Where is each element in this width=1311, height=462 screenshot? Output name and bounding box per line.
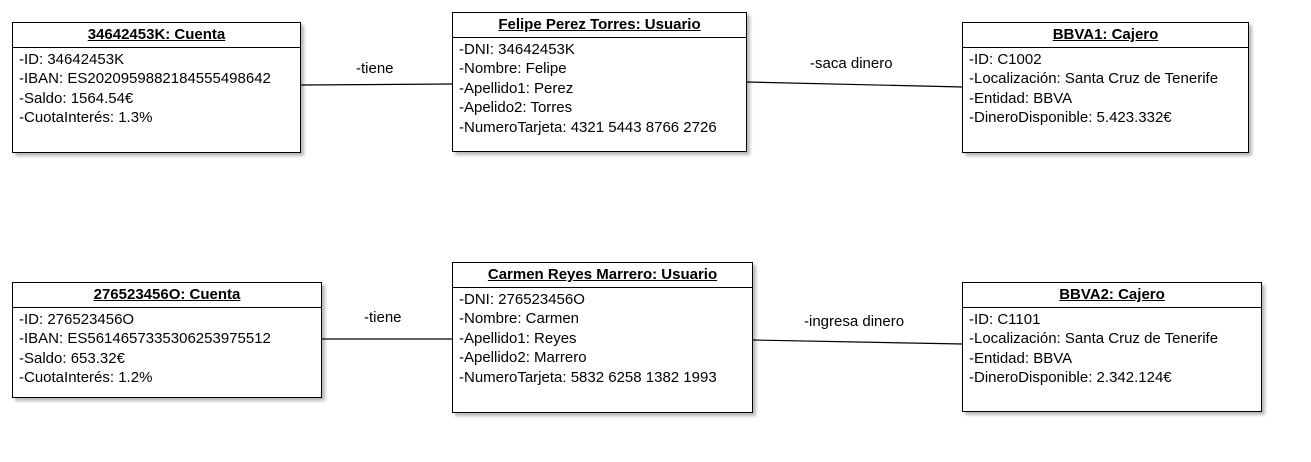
object-title: Carmen Reyes Marrero: Usuario <box>453 263 752 288</box>
link-label-ingresa-dinero: -ingresa dinero <box>804 313 905 330</box>
attribute-entidad: -Entidad: BBVA <box>969 349 1073 367</box>
attribute-saldo: -Saldo: 653.32€ <box>19 349 125 367</box>
object-cuenta-1[interactable]: 34642453K: Cuenta -ID: 34642453K -IBAN: … <box>12 22 301 153</box>
attribute-list: -DNI: 276523456O -Nombre: Carmen -Apelli… <box>453 288 752 387</box>
attribute-cuota-interes: -CuotaInterés: 1.3% <box>19 109 153 127</box>
object-usuario-1[interactable]: Felipe Perez Torres: Usuario -DNI: 34642… <box>452 12 747 152</box>
attribute-iban: -IBAN: ES5614657335306253975512 <box>19 330 271 348</box>
object-title: Felipe Perez Torres: Usuario <box>453 13 746 38</box>
attribute-id: -ID: C1002 <box>969 51 1042 68</box>
link-label-tiene-1: -tiene <box>356 60 394 77</box>
attribute-numero-tarjeta: -NumeroTarjeta: 5832 6258 1382 1993 <box>459 368 717 386</box>
object-cuenta-2[interactable]: 276523456O: Cuenta -ID: 276523456O -IBAN… <box>12 282 322 398</box>
attribute-list: -ID: 34642453K -IBAN: ES2020959882184555… <box>13 48 300 128</box>
attribute-list: -ID: C1101 -Localización: Santa Cruz de … <box>963 308 1261 388</box>
attribute-nombre: -Nombre: Carmen <box>459 310 580 328</box>
link-saca-dinero <box>746 81 964 88</box>
attribute-nombre: -Nombre: Felipe <box>459 60 567 78</box>
attribute-saldo: -Saldo: 1564.54€ <box>19 89 134 107</box>
link-label-saca-dinero: -saca dinero <box>810 55 893 72</box>
object-cajero-2[interactable]: BBVA2: Cajero -ID: C1101 -Localización: … <box>962 282 1262 412</box>
attribute-dinero-disponible: -DineroDisponible: 2.342.124€ <box>969 369 1172 387</box>
link-ingresa-dinero <box>751 339 964 345</box>
object-usuario-2[interactable]: Carmen Reyes Marrero: Usuario -DNI: 2765… <box>452 262 753 413</box>
attribute-list: -ID: C1002 -Localización: Santa Cruz de … <box>963 48 1248 128</box>
link-tiene-1 <box>300 83 454 86</box>
attribute-entidad: -Entidad: BBVA <box>969 89 1073 107</box>
attribute-apellido2: -Apellido2: Marrero <box>459 349 587 367</box>
attribute-dni: -DNI: 34642453K <box>459 41 575 58</box>
object-title: BBVA1: Cajero <box>963 23 1248 48</box>
attribute-dni: -DNI: 276523456O <box>459 291 585 308</box>
attribute-cuota-interes: -CuotaInterés: 1.2% <box>19 369 153 387</box>
link-label-tiene-2: -tiene <box>364 309 402 326</box>
attribute-localizacion: -Localización: Santa Cruz de Tenerife <box>969 70 1219 88</box>
attribute-id: -ID: 34642453K <box>19 51 125 68</box>
attribute-dinero-disponible: -DineroDisponible: 5.423.332€ <box>969 109 1172 127</box>
object-title: 34642453K: Cuenta <box>13 23 300 48</box>
attribute-id: -ID: 276523456O <box>19 311 135 328</box>
attribute-id: -ID: C1101 <box>969 311 1041 328</box>
attribute-localizacion: -Localización: Santa Cruz de Tenerife <box>969 330 1219 348</box>
attribute-apellido2: -Apelido2: Torres <box>459 99 573 117</box>
object-cajero-1[interactable]: BBVA1: Cajero -ID: C1002 -Localización: … <box>962 22 1249 153</box>
attribute-list: -DNI: 34642453K -Nombre: Felipe -Apellid… <box>453 38 746 137</box>
attribute-apellido1: -Apellido1: Reyes <box>459 329 577 347</box>
attribute-list: -ID: 276523456O -IBAN: ES561465733530625… <box>13 308 321 388</box>
attribute-apellido1: -Apellido1: Perez <box>459 79 574 97</box>
object-title: BBVA2: Cajero <box>963 283 1261 308</box>
attribute-numero-tarjeta: -NumeroTarjeta: 4321 5443 8766 2726 <box>459 118 717 136</box>
attribute-iban: -IBAN: ES2020959882184555498642 <box>19 70 271 88</box>
object-title: 276523456O: Cuenta <box>13 283 321 308</box>
